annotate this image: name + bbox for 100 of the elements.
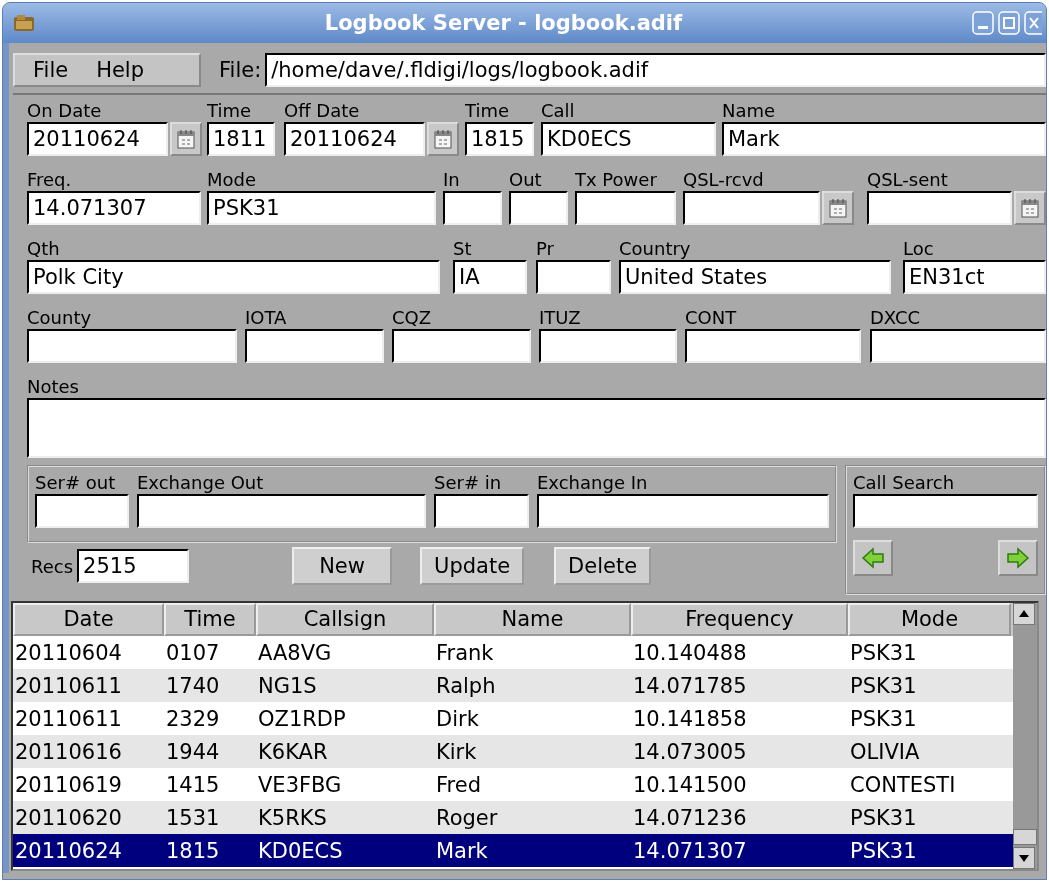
column-header[interactable]: Time	[164, 603, 256, 636]
field-label: Out	[509, 168, 543, 191]
table-cell-text: 20110611	[14, 706, 123, 731]
field-label: Pr	[536, 237, 555, 260]
table-cell-text: Kirk	[435, 739, 478, 764]
input-field[interactable]	[539, 329, 677, 363]
table-cell-text: OLIVIA	[849, 739, 921, 764]
field-label: ITUZ	[539, 306, 582, 329]
field-label: QSL-rcvd	[683, 168, 765, 191]
input-field[interactable]: 1815	[465, 122, 534, 156]
records-label: Recs	[31, 554, 74, 578]
table-cell-text: 10.140488	[632, 640, 748, 665]
scroll-up-button[interactable]	[1013, 603, 1035, 625]
search-field[interactable]	[853, 494, 1038, 528]
input-field[interactable]	[536, 260, 611, 294]
input-field[interactable]: IA	[453, 260, 527, 294]
table-cell-text: 14.071307	[632, 838, 748, 863]
input-field[interactable]	[870, 329, 1046, 363]
field-label: Mode	[207, 168, 258, 191]
input-field[interactable]	[245, 329, 384, 363]
input-field[interactable]	[685, 329, 861, 363]
field-label: Off Date	[284, 99, 361, 122]
table-row[interactable]: 20110624 1815 KD0ECS Mark 14.071307 PSK31	[13, 834, 1013, 867]
field-label: Exchange In	[537, 471, 649, 494]
field-label: Time	[465, 99, 511, 122]
field-label: Qth	[27, 237, 61, 260]
input-field[interactable]: United States	[619, 260, 891, 294]
records-field[interactable]: 2515	[77, 549, 190, 583]
field-label: On Date	[27, 99, 103, 122]
table-cell-text: KD0ECS	[257, 838, 344, 863]
scroll-down-button[interactable]	[1013, 847, 1035, 869]
column-header[interactable]: Name	[434, 603, 631, 636]
field-label: Ser# in	[434, 471, 503, 494]
input-field[interactable]	[35, 494, 129, 528]
calendar-icon	[1021, 198, 1039, 218]
input-field[interactable]	[683, 191, 820, 225]
scroll-thumb[interactable]	[1013, 829, 1037, 845]
table-cell-text: Dirk	[435, 706, 480, 731]
input-field[interactable]: 20110624	[27, 122, 168, 156]
table-cell-text: 1944	[165, 739, 221, 764]
input-field[interactable]: 14.071307	[27, 191, 201, 225]
action-button[interactable]: Update	[420, 547, 525, 585]
menu-item[interactable]: File	[33, 58, 69, 82]
calendar-button[interactable]	[822, 191, 854, 225]
field-label: CONT	[685, 306, 738, 329]
input-field[interactable]	[392, 329, 531, 363]
input-field[interactable]	[867, 191, 1012, 225]
table-cell-text: PSK31	[849, 838, 918, 863]
file-path-field[interactable]: /home/dave/.fldigi/logs/logbook.adif	[265, 53, 1046, 87]
field-label: QSL-sent	[867, 168, 949, 191]
table-row[interactable]: 20110616 1944 K6KAR Kirk 14.073005 OLIVIA	[13, 735, 1013, 768]
input-field[interactable]: 1811	[207, 122, 275, 156]
table-cell-text: Ralph	[435, 673, 497, 698]
input-field[interactable]: KD0ECS	[541, 122, 716, 156]
input-field[interactable]	[575, 191, 676, 225]
maximize-icon[interactable]	[998, 11, 1020, 35]
table-cell-text: 1415	[165, 772, 221, 797]
previous-button[interactable]	[853, 540, 893, 576]
minimize-icon[interactable]	[972, 11, 994, 35]
input-field[interactable]	[137, 494, 426, 528]
field-label: DXCC	[870, 306, 922, 329]
calendar-button[interactable]	[427, 122, 459, 156]
table-cell-text: PSK31	[849, 640, 918, 665]
notes-field[interactable]	[27, 398, 1046, 458]
action-button[interactable]: New	[292, 547, 393, 585]
table-cell-text: 20110620	[14, 805, 123, 830]
scrollbar[interactable]	[1013, 603, 1037, 869]
action-button[interactable]: Delete	[554, 547, 652, 585]
calendar-button[interactable]	[170, 122, 202, 156]
field-label: Name	[722, 99, 777, 122]
input-field[interactable]: Mark	[722, 122, 1046, 156]
input-field[interactable]: Polk City	[27, 260, 440, 294]
input-field[interactable]	[509, 191, 568, 225]
input-field[interactable]: PSK31	[207, 191, 436, 225]
input-field[interactable]	[434, 494, 529, 528]
column-header[interactable]: Callsign	[256, 603, 434, 636]
table-cell-text: 10.141500	[632, 772, 748, 797]
input-field[interactable]: 20110624	[284, 122, 425, 156]
menu-item[interactable]: Help	[96, 58, 145, 82]
table-cell-text: 1531	[165, 805, 221, 830]
next-button[interactable]	[998, 540, 1038, 576]
column-header[interactable]: Date	[13, 603, 164, 636]
table-cell-text: 20110619	[14, 772, 123, 797]
field-label: Country	[619, 237, 692, 260]
table-row[interactable]: 20110620 1531 K5RKS Roger 14.071236 PSK31	[13, 801, 1013, 834]
input-field[interactable]	[27, 329, 237, 363]
table-cell-text: 10.141858	[632, 706, 748, 731]
app-icon	[13, 14, 35, 32]
column-header[interactable]: Mode	[848, 603, 1011, 636]
input-field[interactable]	[443, 191, 502, 225]
table-row[interactable]: 20110611 1740 NG1S Ralph 14.071785 PSK31	[13, 669, 1013, 702]
field-label: St	[453, 237, 473, 260]
column-header[interactable]: Frequency	[631, 603, 848, 636]
calendar-icon	[434, 129, 452, 149]
input-field[interactable]: EN31ct	[903, 260, 1046, 294]
input-field[interactable]	[537, 494, 829, 528]
close-icon[interactable]	[1024, 11, 1042, 35]
calendar-icon	[177, 129, 195, 149]
calendar-button[interactable]	[1014, 191, 1046, 225]
table-cell-text: VE3FBG	[257, 772, 343, 797]
